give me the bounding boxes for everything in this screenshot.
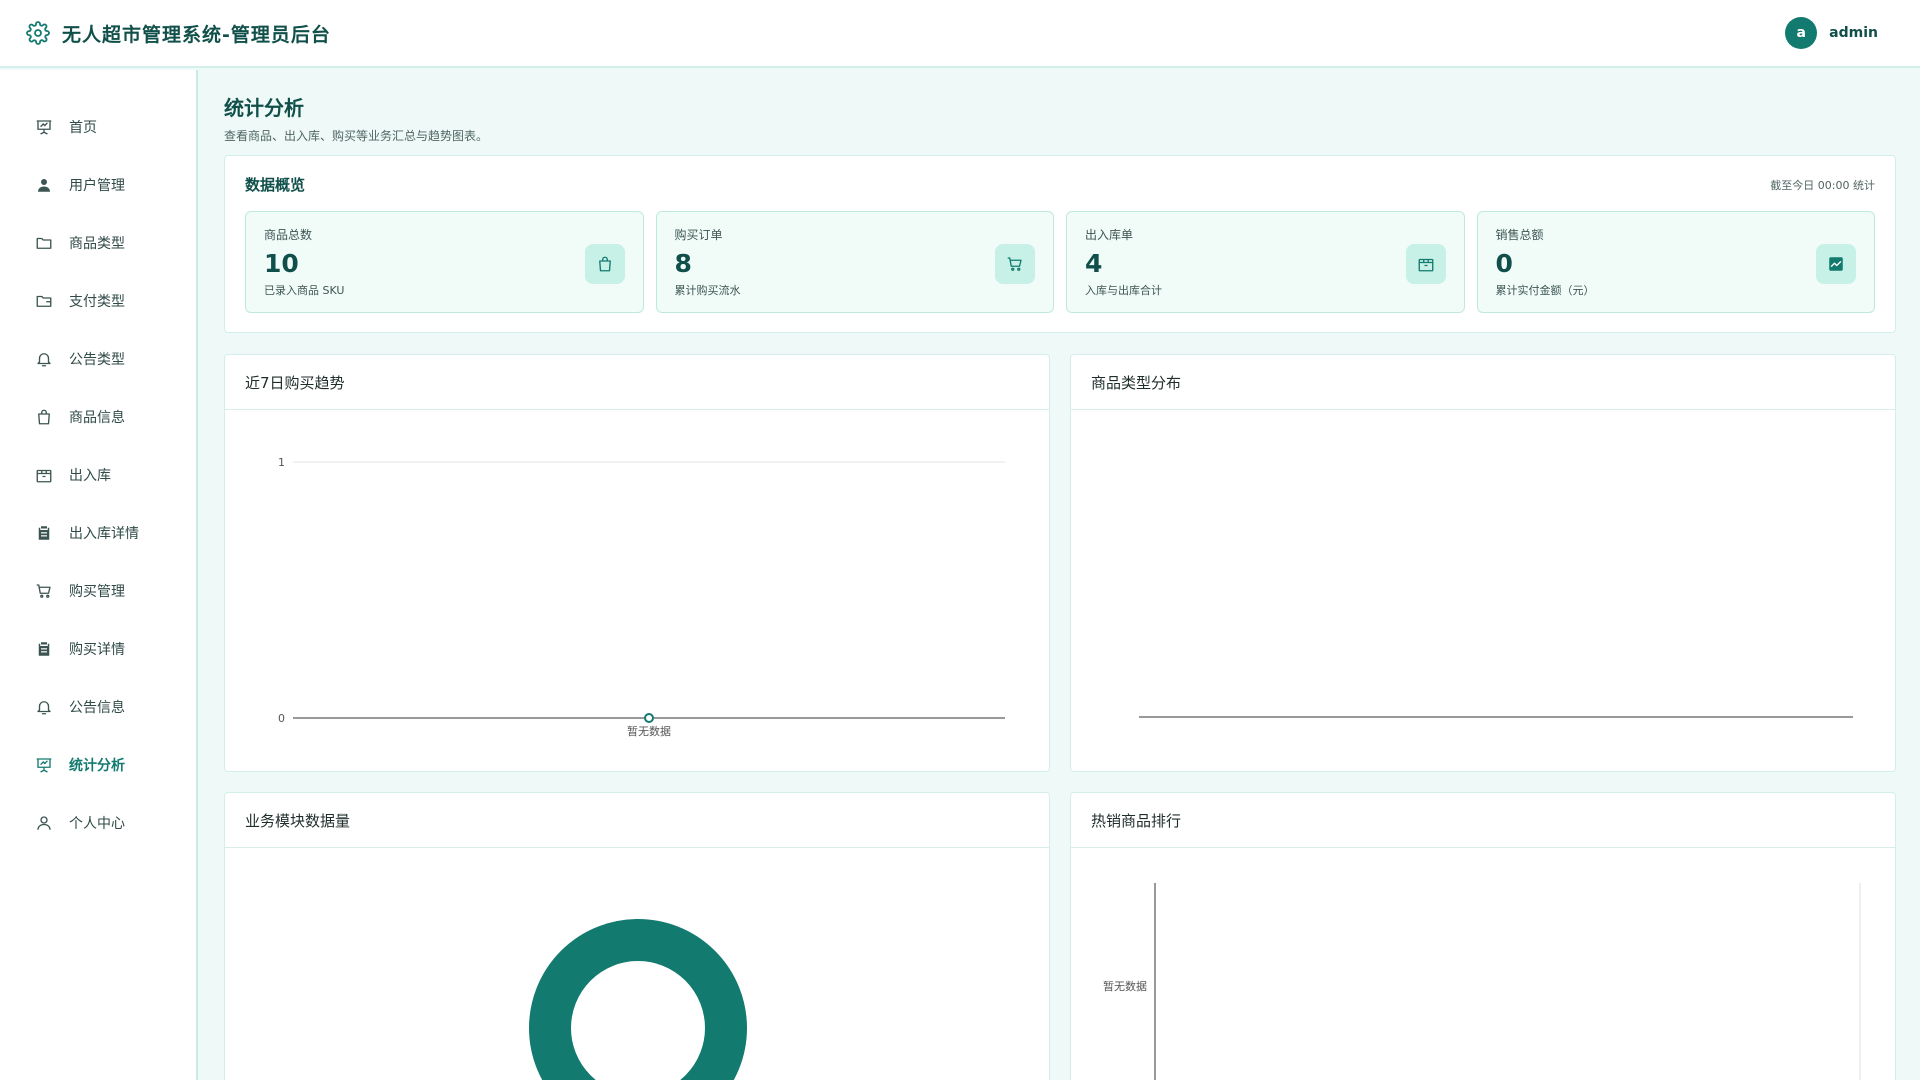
sidebar-item-label: 出入库详情 [69,526,139,542]
stat-label: 商品总数 [264,228,313,242]
sidebar-item-notice-types[interactable]: 公告类型 [0,330,196,388]
bell-icon [35,698,53,716]
stat-sub: 入库与出库合计 [1085,284,1162,297]
sidebar: 首页 用户管理 商品类型 支付类型 公告类型 商品信息 出入库 出入库详情 购买… [0,70,198,1080]
sidebar-item-purchase-details[interactable]: 购买详情 [0,620,196,678]
panel-title: 近7日购买趋势 [225,355,1049,410]
y-tick-label: 0 [278,712,285,725]
sidebar-item-label: 商品类型 [69,236,125,252]
package-icon [1405,244,1446,284]
user-menu[interactable]: a admin [1785,17,1894,49]
panel-title: 业务模块数据量 [225,793,1049,848]
presentation-icon [35,118,53,136]
cart-icon [995,244,1035,284]
sidebar-item-products[interactable]: 商品信息 [0,388,196,446]
sidebar-item-label: 用户管理 [69,178,125,194]
stat-card-stock: 出入库单 4 入库与出库合计 [1066,211,1465,313]
wallet-icon [35,292,53,310]
gear-icon [26,21,50,45]
package-icon [35,466,53,484]
stat-label: 出入库单 [1085,228,1134,242]
sidebar-item-stock[interactable]: 出入库 [0,446,196,504]
sidebar-item-statistics[interactable]: 统计分析 [0,736,196,794]
hot-products-chart: 暂无数据 [1103,883,1861,1080]
overview-title: 数据概览 [245,176,306,194]
page-description: 查看商品、出入库、购买等业务汇总与趋势图表。 [224,129,489,143]
shopping-bag-icon [35,408,53,426]
stat-sub: 已录入商品 SKU [264,284,345,297]
sidebar-item-profile[interactable]: 个人中心 [0,794,196,852]
sidebar-item-label: 购买管理 [69,584,125,600]
sidebar-item-purchases[interactable]: 购买管理 [0,562,196,620]
stat-value: 4 [1085,249,1103,278]
sidebar-item-payment-types[interactable]: 支付类型 [0,272,196,330]
trend-chart-panel: 近7日购买趋势 1 0 暂无数据 [224,354,1050,772]
data-point[interactable] [644,713,654,723]
stat-value: 0 [1495,249,1513,278]
username[interactable]: admin [1829,25,1878,41]
stat-card-orders: 购买订单 8 累计购买流水 [655,211,1054,313]
sidebar-item-label: 支付类型 [69,294,125,310]
y-tick-label: 暂无数据 [1103,979,1147,993]
sidebar-item-label: 购买详情 [69,642,125,658]
user-icon [35,176,53,194]
donut-ring [529,919,747,1080]
panel-title: 热销商品排行 [1071,793,1895,848]
clipboard-icon [35,524,53,542]
stat-label: 购买订单 [674,228,723,242]
y-tick-label: 1 [278,456,285,469]
stat-label: 销售总额 [1495,228,1544,242]
category-chart-panel: 商品类型分布 [1070,354,1896,772]
shopping-bag-icon [584,244,625,284]
stat-card-sales: 销售总额 0 累计实付金额（元） [1476,211,1875,313]
top-header: 无人超市管理系统-管理员后台 a admin [0,0,1920,68]
stat-card-products: 商品总数 10 已录入商品 SKU [245,211,644,313]
x-tick-label: 暂无数据 [627,724,671,738]
sidebar-item-notices[interactable]: 公告信息 [0,678,196,736]
sidebar-item-label: 商品信息 [69,410,125,426]
sidebar-item-home[interactable]: 首页 [0,98,196,156]
brand: 无人超市管理系统-管理员后台 [26,20,331,47]
sidebar-item-label: 公告信息 [69,700,125,716]
clipboard-icon [35,640,53,658]
bell-icon [35,350,53,368]
overview-note: 截至今日 00:00 统计 [1770,178,1875,192]
stat-value: 8 [674,249,692,278]
sidebar-item-label: 公告类型 [69,352,125,368]
sidebar-item-label: 个人中心 [69,816,125,832]
stat-sub: 累计实付金额（元） [1495,284,1595,297]
user-outline-icon [35,814,53,832]
trend-chart: 1 0 暂无数据 [278,456,1005,738]
stat-value: 10 [264,249,299,278]
avatar[interactable]: a [1785,17,1818,49]
modules-chart-panel: 业务模块数据量 [224,792,1050,1080]
panel-title: 商品类型分布 [1071,355,1895,410]
page-title: 统计分析 [224,96,304,120]
app-title: 无人超市管理系统-管理员后台 [62,23,331,46]
main-content: 统计分析 查看商品、出入库、购买等业务汇总与趋势图表。 数据概览 截至今日 00… [224,70,1896,1080]
folder-icon [35,234,53,252]
sidebar-item-label: 首页 [69,120,97,136]
stat-sub: 累计购买流水 [674,284,741,297]
sidebar-item-stock-details[interactable]: 出入库详情 [0,504,196,562]
cart-icon [35,582,53,600]
sidebar-item-label: 出入库 [69,468,111,484]
sidebar-item-label: 统计分析 [69,758,125,774]
presentation-icon [35,756,53,774]
sidebar-item-users[interactable]: 用户管理 [0,156,196,214]
hot-products-chart-panel: 热销商品排行 暂无数据 [1070,792,1896,1080]
overview-panel: 数据概览 截至今日 00:00 统计 商品总数 10 已录入商品 SKU 购买订… [224,155,1896,333]
chart-line-icon [1816,244,1856,284]
sidebar-item-product-types[interactable]: 商品类型 [0,214,196,272]
modules-chart [529,919,747,1080]
category-chart [1139,716,1853,718]
